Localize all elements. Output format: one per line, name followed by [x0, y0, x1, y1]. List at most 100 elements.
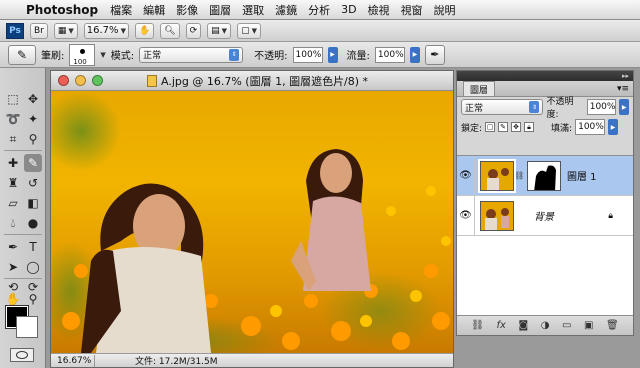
- flow-label: 流量:: [346, 51, 370, 62]
- close-button[interactable]: [58, 75, 69, 86]
- layer-name[interactable]: 背景: [534, 208, 554, 223]
- move-tool-icon[interactable]: ✥: [24, 90, 42, 108]
- lock-transparent-icon[interactable]: ▢: [485, 122, 496, 132]
- minimize-button[interactable]: [75, 75, 86, 86]
- collapse-icon[interactable]: ▸▸: [622, 72, 629, 80]
- blend-mode-select[interactable]: 正常 ⇕: [139, 46, 244, 63]
- type-tool-icon[interactable]: T: [24, 238, 42, 256]
- history-brush-tool-icon[interactable]: ↺: [24, 174, 42, 192]
- eye-icon: 👁︎: [459, 170, 472, 181]
- shape-tool-icon[interactable]: ◯: [24, 258, 42, 276]
- eyedropper-tool-icon[interactable]: ⚲: [24, 130, 42, 148]
- hand-tool-button[interactable]: ✋: [134, 22, 155, 39]
- eraser-tool-icon[interactable]: ▱: [4, 194, 22, 212]
- arrange-documents-button[interactable]: ▤ ▼: [207, 22, 232, 39]
- menu-window[interactable]: 視窗: [401, 2, 423, 18]
- layer-row[interactable]: 👁︎ ⛓ 圖層 1: [457, 155, 633, 196]
- tab-layers[interactable]: 圖層: [463, 81, 496, 96]
- opacity-field[interactable]: 100%: [292, 46, 323, 63]
- fill-field[interactable]: 100%: [575, 119, 606, 135]
- adjustment-layer-icon[interactable]: ◑: [541, 320, 550, 331]
- chevron-down-icon[interactable]: ▼: [100, 51, 105, 59]
- brush-tool-icon[interactable]: ✎: [24, 154, 42, 172]
- brush-preset-picker[interactable]: 100: [69, 43, 96, 66]
- document-title-bar[interactable]: A.jpg @ 16.7% (圖層 1, 圖層遮色片/8) *: [51, 71, 453, 91]
- zoom-tool-icon: 🔍︎: [164, 25, 176, 36]
- layer-name[interactable]: 圖層 1: [567, 168, 597, 183]
- menu-edit[interactable]: 編輯: [143, 2, 165, 18]
- image-canvas[interactable]: [51, 91, 453, 353]
- menu-filter[interactable]: 濾鏡: [275, 2, 297, 18]
- healing-brush-tool-icon[interactable]: ✚: [4, 154, 22, 172]
- magic-wand-tool-icon[interactable]: ✦: [24, 110, 42, 128]
- document-name: A.jpg @ 16.7% (圖層 1, 圖層遮色片/8) *: [147, 73, 368, 89]
- menu-view[interactable]: 檢視: [368, 2, 390, 18]
- visibility-toggle[interactable]: 👁︎: [457, 195, 475, 236]
- opacity-slider-button[interactable]: ▶: [327, 46, 338, 63]
- lock-pixels-icon[interactable]: ✎: [498, 122, 509, 132]
- menu-3d[interactable]: 3D: [341, 3, 356, 16]
- path-selection-tool-icon[interactable]: ➤: [4, 258, 22, 276]
- panel-header[interactable]: ▸▸: [457, 71, 633, 81]
- rotate-view-button[interactable]: ⟳: [185, 22, 202, 39]
- dodge-tool-icon[interactable]: ●: [24, 214, 42, 232]
- airbrush-toggle[interactable]: ✒: [424, 44, 445, 65]
- grid-icon: ▦: [57, 25, 67, 36]
- layer-blend-mode-select[interactable]: 正常 ⇕: [461, 99, 544, 115]
- marquee-tool-icon[interactable]: ⬚: [4, 90, 22, 108]
- visibility-toggle[interactable]: 👁︎: [457, 155, 475, 196]
- quick-mask-button[interactable]: [10, 348, 34, 362]
- zoom-button[interactable]: [92, 75, 103, 86]
- layer-blend-mode-value: 正常: [465, 103, 484, 114]
- layer-opacity-field[interactable]: 100%: [586, 99, 617, 115]
- view-extras-button[interactable]: ▦ ▼: [53, 22, 78, 39]
- new-layer-icon[interactable]: ▣: [584, 320, 593, 331]
- zoom-level-value: 16.7%: [86, 25, 119, 36]
- blend-mode-value: 正常: [143, 51, 162, 61]
- link-layers-icon[interactable]: ⛓: [471, 320, 484, 331]
- menu-app-name[interactable]: Photoshop: [26, 3, 98, 17]
- blur-tool-icon[interactable]: 💧︎: [4, 214, 22, 232]
- panel-menu-icon[interactable]: ▾≡: [617, 84, 629, 94]
- lock-all-icon[interactable]: 🔒︎: [524, 122, 535, 132]
- chevron-down-icon: ▼: [221, 26, 228, 35]
- flow-field[interactable]: 100%: [374, 46, 405, 63]
- tool-preset-picker[interactable]: ✎: [8, 44, 36, 65]
- lasso-tool-icon[interactable]: ➰: [4, 110, 22, 128]
- layer-opacity-slider-button[interactable]: ▶: [619, 99, 629, 115]
- zoom-tool-button[interactable]: 🔍︎: [160, 22, 180, 39]
- gradient-tool-icon[interactable]: ◧: [24, 194, 42, 212]
- add-mask-icon[interactable]: ◙: [518, 320, 528, 331]
- toolbox: ⬚ ✥ ➰ ✦ ⌗ ⚲ ✚ ✎ ♜ ↺ ▱ ◧ 💧︎ ● ✒ T ➤ ◯ ⟲ ⟳…: [0, 68, 46, 368]
- lock-position-icon[interactable]: ✥: [511, 122, 522, 132]
- chevron-down-icon: ▼: [68, 26, 74, 35]
- menu-help[interactable]: 說明: [434, 2, 456, 18]
- layer-row[interactable]: 👁︎ 背景 🔒︎: [457, 195, 633, 236]
- zoom-level-select[interactable]: 16.7% ▼: [83, 22, 129, 39]
- menu-layer[interactable]: 圖層: [209, 2, 231, 18]
- clone-stamp-tool-icon[interactable]: ♜: [4, 174, 22, 192]
- menu-file[interactable]: 檔案: [110, 2, 132, 18]
- document-size-info[interactable]: 文件: 17.2M/31.5M: [95, 354, 218, 367]
- status-zoom-field[interactable]: 16.67%: [51, 354, 95, 367]
- crop-tool-icon[interactable]: ⌗: [4, 130, 22, 148]
- menu-image[interactable]: 影像: [176, 2, 198, 18]
- layer-style-icon[interactable]: fx: [497, 320, 506, 331]
- menu-select[interactable]: 選取: [242, 2, 264, 18]
- pen-tool-icon[interactable]: ✒: [4, 238, 22, 256]
- lock-label: 鎖定:: [461, 123, 483, 134]
- menu-analysis[interactable]: 分析: [308, 2, 330, 18]
- link-icon[interactable]: ⛓: [514, 171, 524, 180]
- menu-bar: Photoshop 檔案 編輯 影像 圖層 選取 濾鏡 分析 3D 檢視 視窗 …: [0, 0, 640, 20]
- bridge-button[interactable]: Br: [30, 22, 48, 39]
- updown-arrows-icon: ⇕: [529, 101, 540, 113]
- new-group-icon[interactable]: ▭: [562, 320, 571, 331]
- layer-mask-thumbnail[interactable]: [527, 160, 561, 191]
- delete-layer-icon[interactable]: 🗑︎: [606, 320, 619, 331]
- layer-thumbnail[interactable]: [478, 158, 516, 193]
- fill-slider-button[interactable]: ▶: [608, 119, 619, 135]
- flow-slider-button[interactable]: ▶: [409, 46, 420, 63]
- screen-mode-button[interactable]: ▢ ▼: [237, 22, 261, 39]
- layer-thumbnail[interactable]: [480, 200, 514, 231]
- background-color-swatch[interactable]: [16, 316, 38, 338]
